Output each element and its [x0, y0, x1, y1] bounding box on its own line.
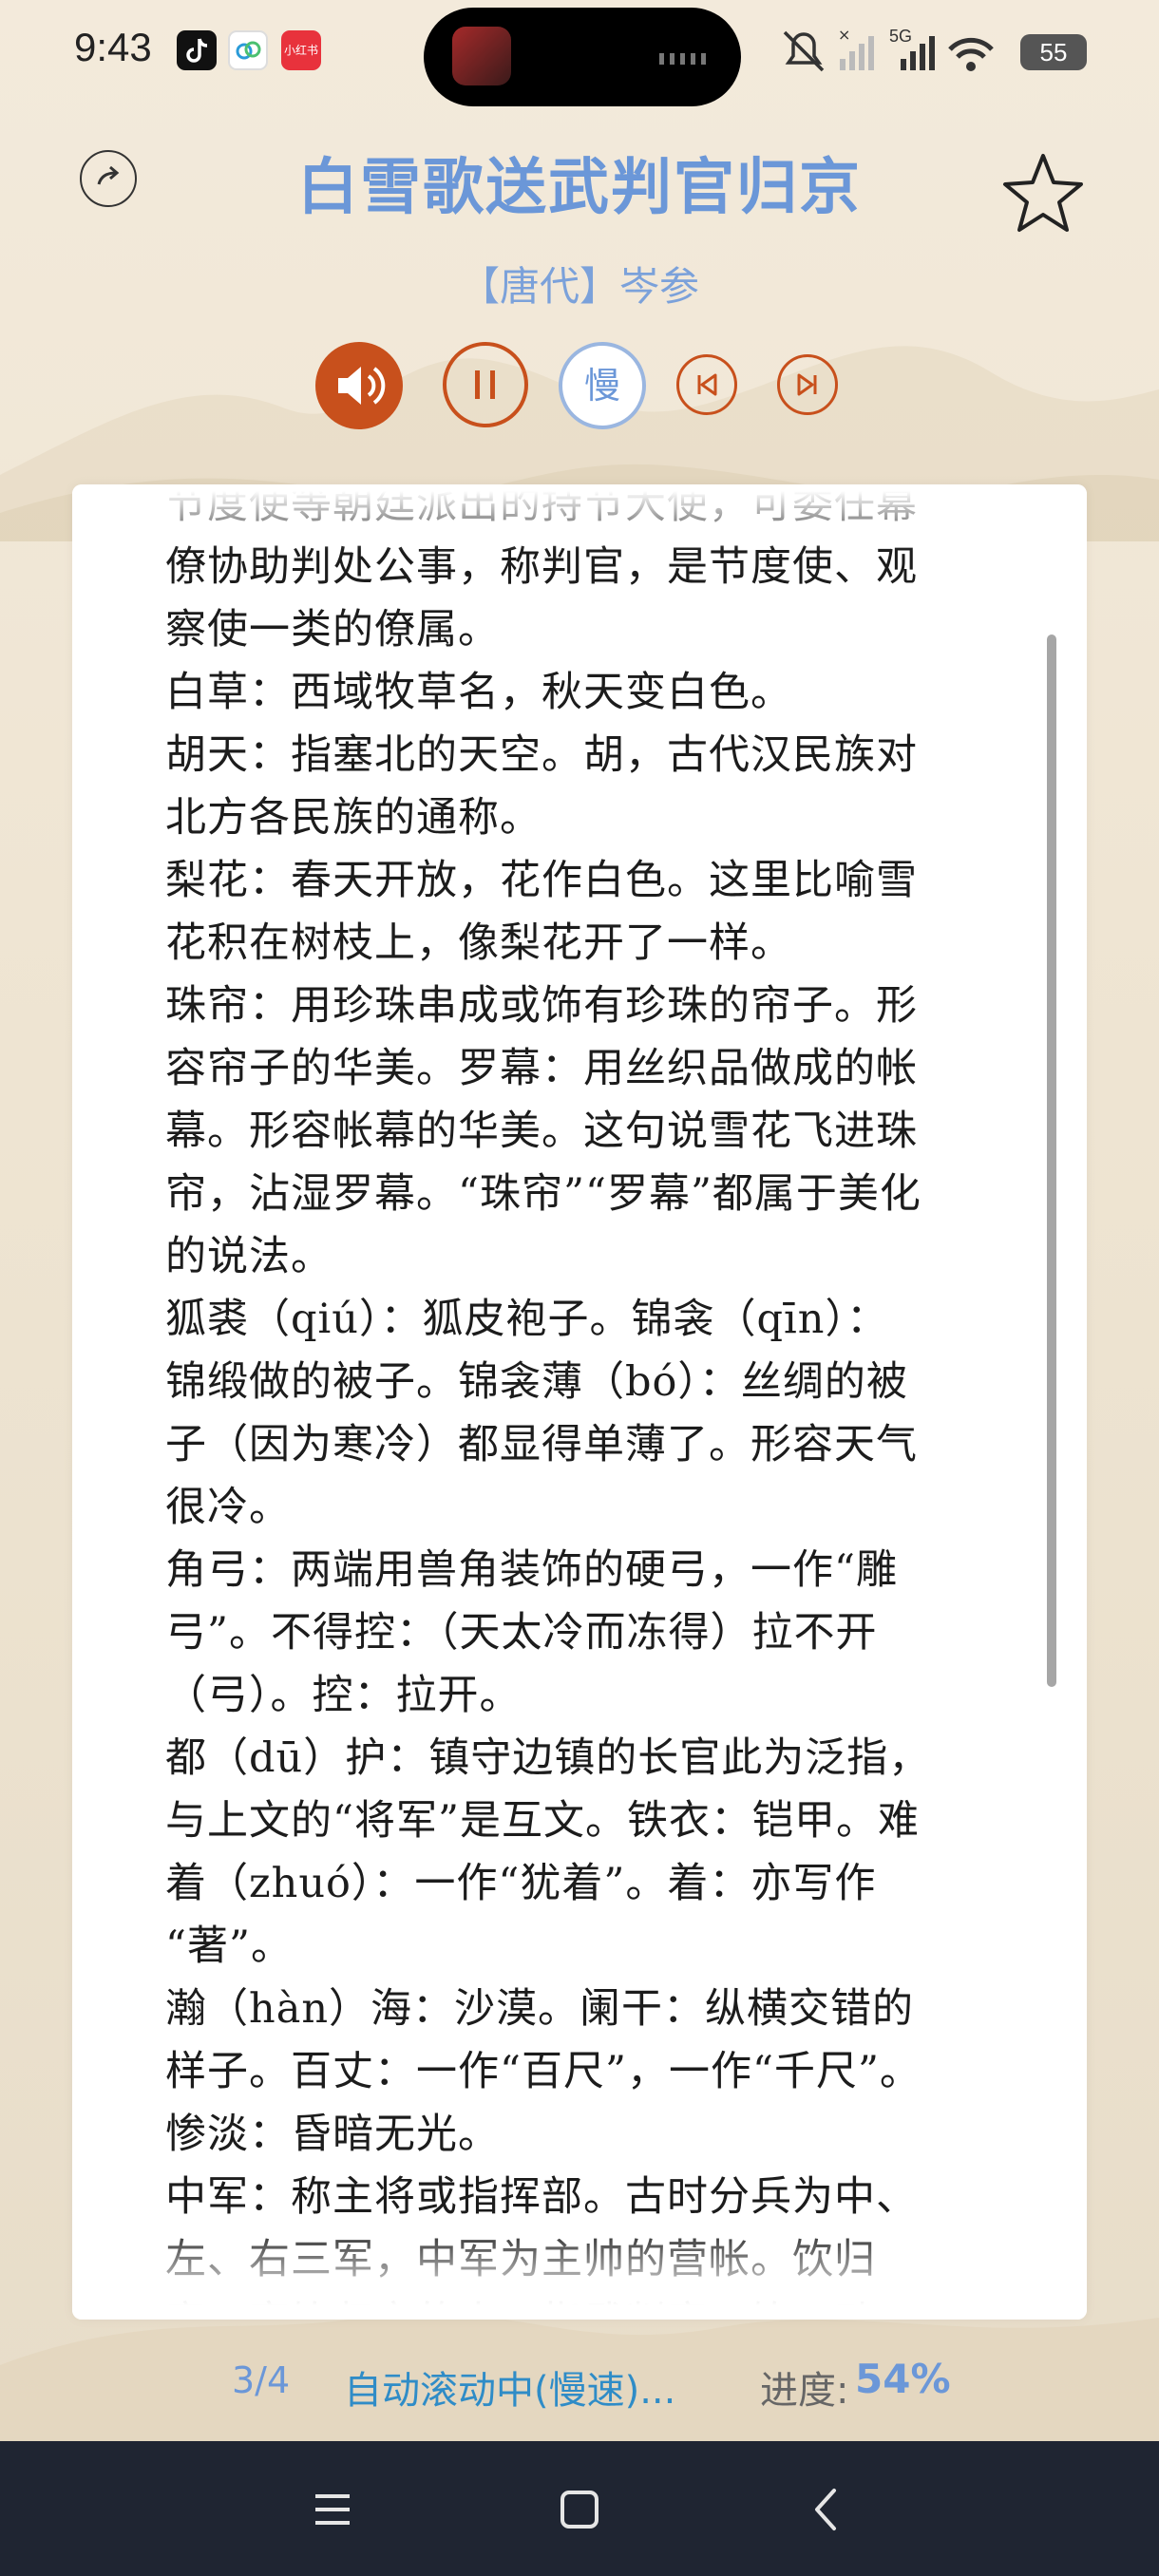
svg-text:×: ×	[838, 26, 850, 44]
annotation-line: 弓”。不得控：（天太冷而冻得）拉不开	[165, 1609, 878, 1657]
mute-icon	[783, 30, 825, 72]
annotation-line: 都（dū）护：镇守边镇的长官此为泛指，	[165, 1734, 931, 1782]
reader-footer: 3/4 自动滚动中(慢速)... 进度: 54%	[0, 2350, 1159, 2416]
media-thumbnail	[452, 27, 511, 85]
skip-previous-icon	[697, 373, 717, 396]
system-nav-bar	[0, 2441, 1159, 2576]
speaker-icon	[338, 367, 386, 405]
tiktok-icon	[177, 30, 217, 70]
svg-text:5G: 5G	[889, 27, 912, 46]
annotation-line: 白草：西域牧草名，秋天变白色。	[165, 669, 792, 716]
xiaohongshu-icon: 小红书	[281, 30, 321, 70]
annotation-line: 样子。百丈：一作“百尺”，一作“千尺”。	[165, 2048, 922, 2095]
menu-icon[interactable]	[302, 2479, 363, 2540]
signal-icon-5g: 5G	[889, 27, 935, 70]
fade-top	[72, 484, 1087, 551]
home-icon[interactable]	[549, 2479, 610, 2540]
annotation-line: 与上文的“将军”是互文。铁衣：铠甲。难	[165, 1797, 920, 1845]
wifi-icon	[948, 37, 994, 71]
annotation-line: 胡天：指塞北的天空。胡，古代汉民族对	[165, 731, 918, 779]
auto-scroll-status[interactable]: 自动滚动中(慢速)...	[344, 2359, 675, 2415]
scrollbar[interactable]	[1047, 635, 1056, 1687]
speaker-button[interactable]	[315, 342, 403, 429]
annotation-line: 北方各民族的通称。	[165, 794, 542, 842]
annotation-line: “著”。	[165, 1923, 293, 1970]
annotation-line: （弓）。控：拉开。	[165, 1672, 522, 1719]
back-icon[interactable]	[796, 2479, 857, 2540]
annotation-line: 花积在树枝上，像梨花开了一样。	[165, 919, 792, 967]
annotation-line: 容帘子的华美。罗幕：用丝织品做成的帐	[165, 1045, 918, 1092]
annotation-line: 着（zhuó）：一作“犹着”。着：亦写作	[165, 1860, 877, 1907]
next-button[interactable]	[777, 354, 838, 415]
pause-button[interactable]	[443, 342, 528, 427]
fade-bottom	[72, 2225, 1087, 2320]
progress-label: 进度:	[760, 2369, 849, 2413]
poem-author: 【唐代】岑参	[459, 263, 699, 310]
battery-icon: 55	[1020, 34, 1087, 70]
annotation-line: 锦缎做的被子。锦衾薄（bó）：丝绸的被	[165, 1358, 908, 1406]
annotation-line: 幕。形容帐幕的华美。这句说雪花飞进珠	[165, 1108, 918, 1155]
cloud-icon	[228, 30, 268, 70]
slow-speed-button[interactable]: 慢	[559, 342, 646, 429]
page-indicator: 3/4	[232, 2359, 291, 2401]
status-time: 9:43	[74, 25, 152, 69]
annotation-line: 狐裘（qiú）：狐皮袍子。锦衾（qīn）：	[165, 1296, 888, 1343]
annotation-line: 很冷。	[165, 1484, 291, 1531]
previous-button[interactable]	[676, 354, 737, 415]
annotation-line: 惨淡：昏暗无光。	[165, 2111, 500, 2158]
favorite-star-icon[interactable]	[999, 150, 1087, 237]
annotation-line: 梨花：春天开放，花作白色。这里比喻雪	[165, 857, 918, 904]
pause-icon	[475, 370, 495, 399]
annotation-line: 察使一类的僚属。	[165, 606, 500, 653]
poem-title: 白雪歌送武判官归京	[297, 153, 862, 223]
dynamic-island	[424, 8, 741, 106]
annotation-line: 珠帘：用珍珠串成或饰有珍珠的帘子。形	[165, 982, 918, 1030]
annotation-text: 节度使等朝廷派出的持节大使，可委任幕僚协助判处公事，称判官，是节度使、观察使一类…	[165, 484, 1068, 2320]
annotation-line: 的说法。	[165, 1233, 332, 1280]
annotation-line: 中军：称主将或指挥部。古时分兵为中、	[165, 2173, 918, 2221]
status-bar: 9:43 小红书 × 5G 55	[0, 0, 1159, 106]
skip-next-icon	[797, 373, 817, 396]
annotation-line: 帘，沾湿罗幕。“珠帘”“罗幕”都属于美化	[165, 1170, 922, 1218]
progress-value: 54%	[855, 2356, 951, 2402]
annotation-line: 瀚（hàn）海：沙漠。阑干：纵横交错的	[165, 1985, 915, 2033]
annotation-line: 子（因为寒冷）都显得单薄了。形容天气	[165, 1421, 918, 1468]
audio-wave-icon	[659, 53, 706, 65]
annotation-line: 角弓：两端用兽角装饰的硬弓，一作“雕	[165, 1546, 898, 1594]
annotation-card[interactable]: 节度使等朝廷派出的持节大使，可委任幕僚协助判处公事，称判官，是节度使、观察使一类…	[72, 484, 1087, 2320]
signal-icon-sim1: ×	[838, 26, 874, 70]
